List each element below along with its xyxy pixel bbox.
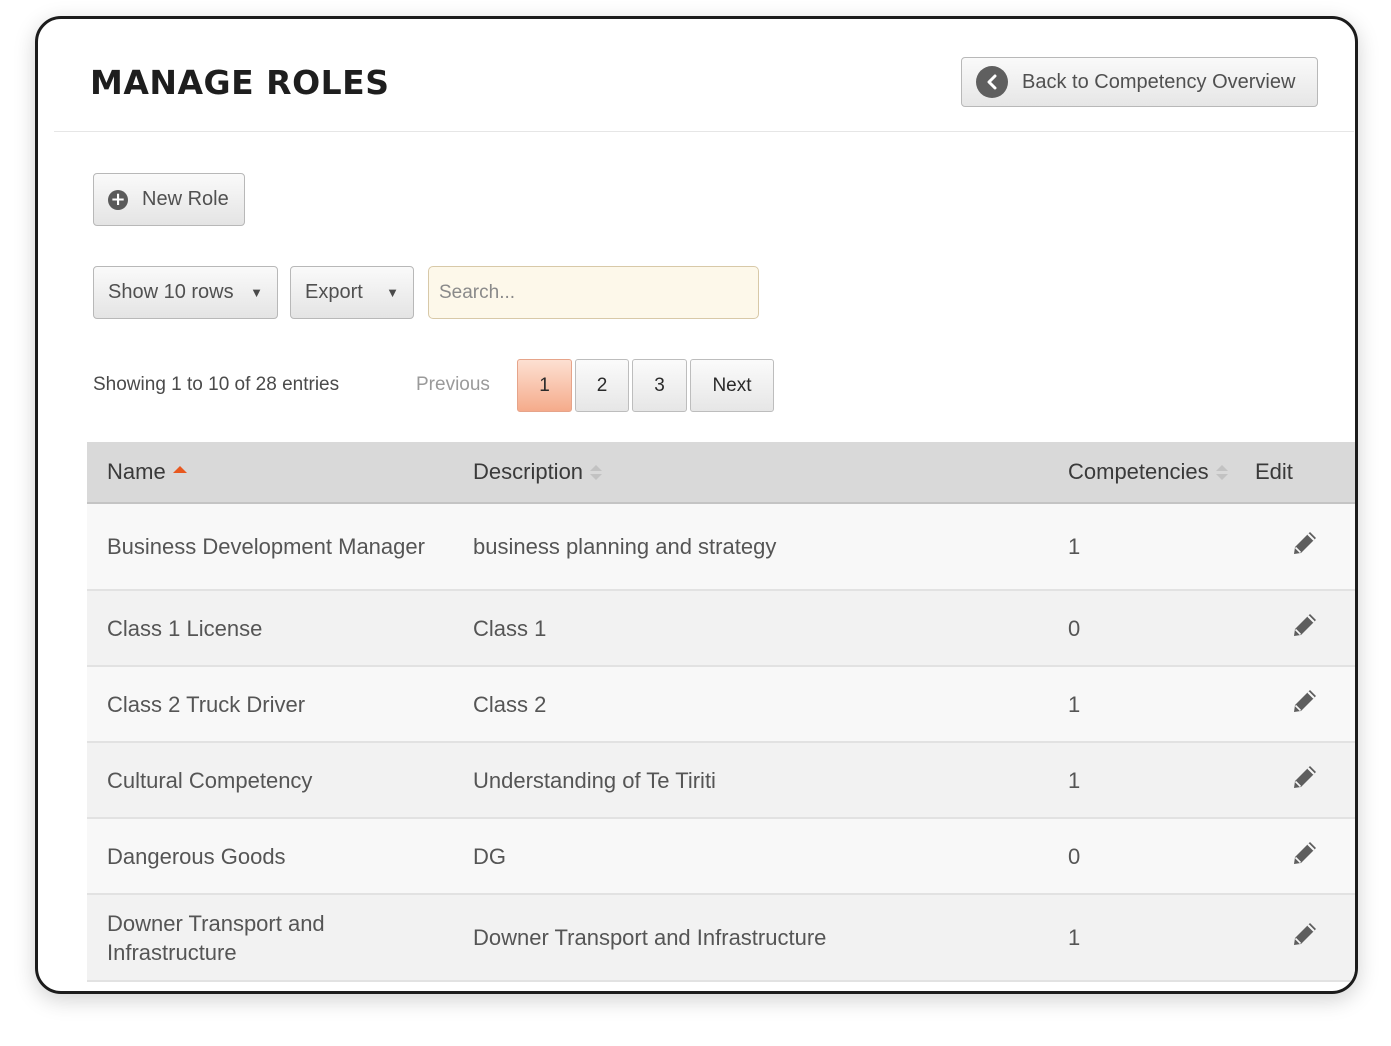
role-description-cell: DG [453, 818, 1048, 895]
role-name-cell: Dangerous Goods [87, 818, 453, 895]
back-button-label: Back to Competency Overview [1022, 70, 1296, 93]
table-row: Cultural Competency Understanding of Te … [87, 742, 1355, 819]
role-description-cell: Downer Transport and Infrastructure [453, 894, 1048, 982]
edit-button[interactable] [1291, 689, 1319, 720]
table-row: Downer Transport and Infrastructure Down… [87, 894, 1355, 982]
table-header-row: Name Description Competencies Edit [87, 442, 1355, 504]
role-description-cell: business planning and strategy [453, 503, 1048, 591]
export-label: Export [305, 281, 363, 303]
table-row: Business Development Manager business pl… [87, 503, 1355, 591]
edit-cell [1255, 590, 1355, 667]
next-page-button[interactable]: Next [690, 359, 774, 412]
show-rows-dropdown[interactable]: Show 10 rows ▼ [93, 266, 278, 319]
role-name-cell: Class 2 Truck Driver [87, 666, 453, 743]
role-name-cell: Class 1 License [87, 590, 453, 667]
edit-cell [1255, 503, 1355, 591]
role-name-cell: Business Development Manager [87, 503, 453, 591]
column-header-name-label: Name [107, 459, 166, 484]
edit-button[interactable] [1291, 532, 1319, 562]
app-window: MANAGE ROLES Back to Competency Overview… [35, 16, 1358, 994]
role-competencies-cell: 1 [1048, 503, 1255, 591]
entries-info: Showing 1 to 10 of 28 entries [93, 374, 340, 395]
caret-down-icon: ▼ [250, 285, 263, 300]
page-title: MANAGE ROLES [90, 63, 390, 102]
role-competencies-cell: 0 [1048, 590, 1255, 667]
edit-button[interactable] [1291, 765, 1319, 796]
column-header-competencies-label: Competencies [1068, 459, 1209, 484]
pencil-icon [1294, 689, 1316, 712]
page-button-1[interactable]: 1 [517, 359, 572, 412]
pencil-icon [1294, 532, 1316, 554]
pencil-icon [1294, 923, 1316, 945]
page-button-3[interactable]: 3 [632, 359, 687, 412]
role-description-cell: Class 2 [453, 666, 1048, 743]
table-row: Dangerous Goods DG 0 [87, 818, 1355, 895]
role-competencies-cell: 1 [1048, 666, 1255, 743]
pencil-icon [1294, 613, 1316, 636]
previous-page-link[interactable]: Previous [416, 374, 490, 396]
edit-button[interactable] [1291, 613, 1319, 644]
table-row: Class 1 License Class 1 0 [87, 590, 1355, 667]
edit-button[interactable] [1291, 841, 1319, 872]
sort-icon [590, 464, 604, 482]
column-header-description[interactable]: Description [453, 442, 1048, 504]
column-header-edit: Edit [1255, 442, 1355, 504]
role-description-cell: Understanding of Te Tiriti [453, 742, 1048, 819]
plus-circle-icon: + [108, 189, 128, 210]
search-input[interactable] [428, 266, 759, 319]
edit-cell [1255, 818, 1355, 895]
sort-ascending-icon [172, 466, 187, 473]
role-competencies-cell: 0 [1048, 818, 1255, 895]
new-role-button[interactable]: + New Role [93, 173, 245, 226]
header-divider [54, 131, 1354, 132]
table-row: Class 2 Truck Driver Class 2 1 [87, 666, 1355, 743]
role-name-cell: Cultural Competency [87, 742, 453, 819]
show-rows-label: Show 10 rows [108, 281, 234, 303]
pencil-icon [1294, 841, 1316, 864]
edit-cell [1255, 894, 1355, 982]
edit-cell [1255, 666, 1355, 743]
role-description-cell: Class 1 [453, 590, 1048, 667]
export-dropdown[interactable]: Export ▼ [290, 266, 414, 319]
new-role-label: New Role [142, 188, 229, 210]
edit-cell [1255, 742, 1355, 819]
pencil-icon [1294, 765, 1316, 788]
edit-button[interactable] [1291, 923, 1319, 953]
chevron-left-icon [976, 66, 1008, 98]
roles-table: Name Description Competencies Edit Busin… [87, 442, 1355, 982]
caret-down-icon: ▼ [386, 285, 399, 300]
column-header-name[interactable]: Name [87, 442, 453, 504]
page-button-2[interactable]: 2 [575, 359, 629, 412]
role-competencies-cell: 1 [1048, 894, 1255, 982]
back-to-overview-button[interactable]: Back to Competency Overview [961, 57, 1318, 107]
column-header-competencies[interactable]: Competencies [1048, 442, 1255, 504]
column-header-description-label: Description [473, 459, 584, 484]
sort-icon [1215, 464, 1230, 482]
role-competencies-cell: 1 [1048, 742, 1255, 819]
role-name-cell: Downer Transport and Infrastructure [87, 894, 453, 982]
